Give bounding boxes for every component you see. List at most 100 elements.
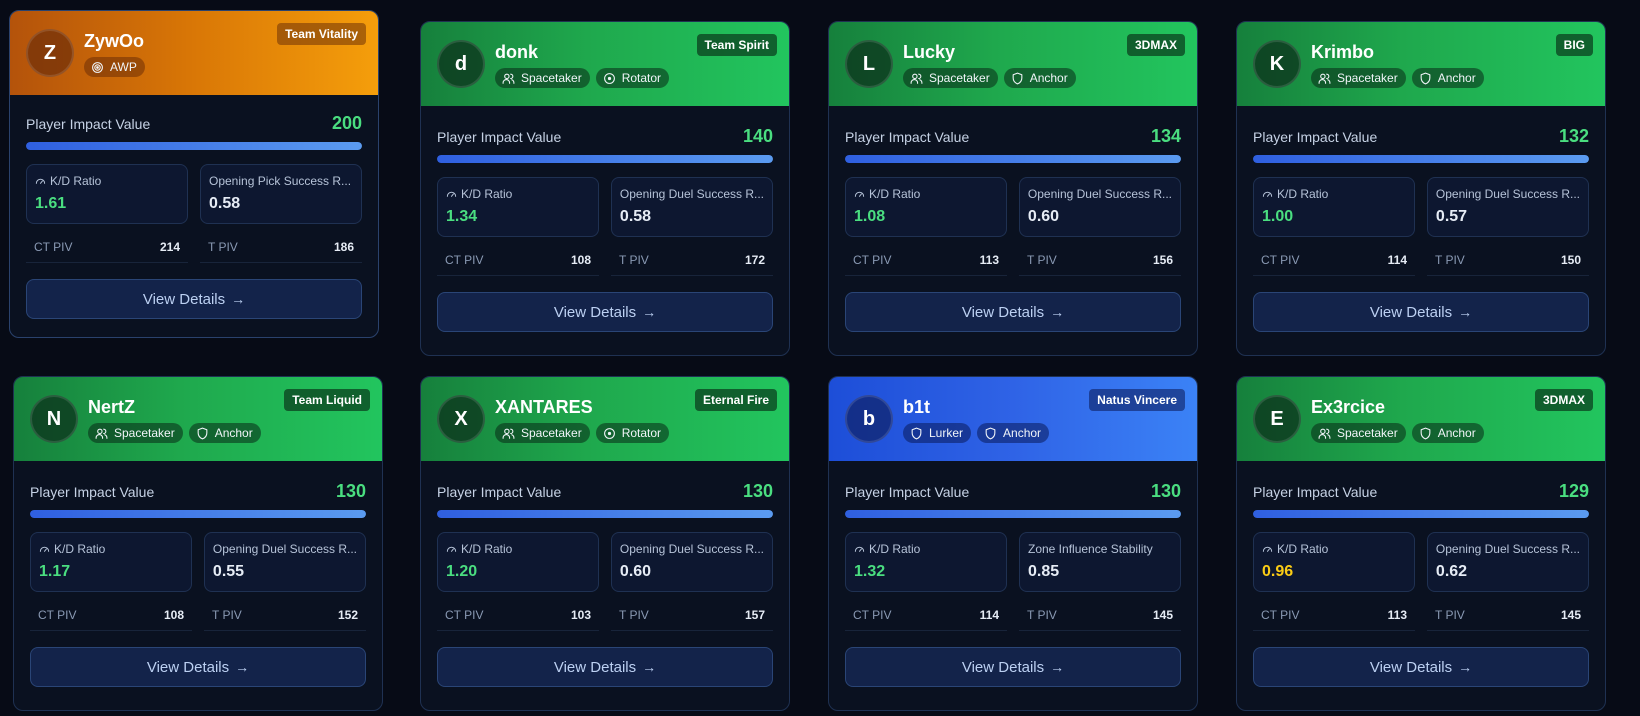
view-details-button[interactable]: View Details → [437, 647, 773, 687]
arrow-right-icon: → [642, 304, 657, 320]
piv-progress-fill [1253, 155, 1589, 163]
role-label: Spacetaker [1337, 426, 1398, 440]
role-list: Spacetaker Anchor [1311, 68, 1484, 88]
users-icon [95, 427, 108, 440]
ct-piv-label: CT PIV [853, 253, 892, 267]
users-icon [502, 427, 515, 440]
stat-label: Opening Duel Success R... [1027, 187, 1172, 201]
stats-row: K/D Ratio 0.96 Opening Duel Success R...… [1253, 532, 1589, 592]
t-piv-label: T PIV [1435, 608, 1465, 622]
arrow-right-icon: → [1458, 659, 1473, 675]
view-details-button[interactable]: View Details → [437, 292, 773, 332]
piv-label: Player Impact Value [30, 483, 155, 500]
piv-progress-fill [26, 142, 362, 150]
piv-row: Player Impact Value 134 [845, 126, 1181, 147]
card-body: Player Impact Value 130 K/D Ratio 1.32 Z… [829, 481, 1197, 687]
avatar: E [1253, 395, 1301, 443]
side-piv-row: CT PIV 103 T PIV 157 [437, 604, 773, 631]
t-piv-label: T PIV [1435, 253, 1465, 267]
avatar: K [1253, 40, 1301, 88]
piv-label: Player Impact Value [845, 128, 970, 145]
avatar: d [437, 40, 485, 88]
stat-box: Opening Duel Success R... 0.55 [203, 532, 366, 592]
stat-box: Opening Duel Success R... 0.57 [1426, 177, 1589, 237]
gauge-icon [446, 544, 457, 555]
view-details-label: View Details [142, 290, 226, 308]
stat-value: 1.34 [446, 208, 478, 225]
role-label: Spacetaker [114, 426, 175, 440]
stat-label: K/D Ratio [461, 542, 513, 556]
stat-label-row: K/D Ratio [854, 187, 998, 201]
arrow-right-icon: → [1458, 304, 1473, 320]
ct-piv-label: CT PIV [1261, 608, 1300, 622]
role-badge: Anchor [1003, 68, 1076, 88]
player-card-ex3rcice: E Ex3rcice Spacetaker Anchor 3DMAX Playe… [1236, 376, 1606, 711]
arrow-right-icon: → [1050, 659, 1065, 675]
ct-piv: CT PIV 214 [26, 236, 188, 263]
stat-label-row: Opening Duel Success R... [620, 542, 764, 556]
view-details-button[interactable]: View Details → [30, 647, 366, 687]
stat-label-row: K/D Ratio [1262, 542, 1406, 556]
view-details-button[interactable]: View Details → [1253, 292, 1589, 332]
ct-piv: CT PIV 114 [1253, 249, 1415, 276]
piv-row: Player Impact Value 132 [1253, 126, 1589, 147]
piv-value: 134 [1150, 126, 1181, 146]
t-piv-label: T PIV [208, 240, 238, 254]
t-piv: T PIV 145 [1019, 604, 1181, 631]
t-piv-label: T PIV [212, 608, 242, 622]
view-details-button[interactable]: View Details → [845, 292, 1181, 332]
view-details-button[interactable]: View Details → [1253, 647, 1589, 687]
stats-row: K/D Ratio 1.17 Opening Duel Success R...… [30, 532, 366, 592]
target-icon [91, 61, 104, 74]
ct-piv-value: 108 [163, 608, 184, 622]
stat-value: 1.17 [39, 563, 71, 580]
player-card-krimbo: K Krimbo Spacetaker Anchor BIG Player Im… [1236, 21, 1606, 356]
player-card-grid: Z ZywOo AWP Team Vitality Player Impact … [0, 0, 1640, 716]
view-details-label: View Details [1369, 303, 1453, 321]
t-piv-label: T PIV [1027, 253, 1057, 267]
stat-label-row: Opening Duel Success R... [1436, 187, 1580, 201]
view-details-label: View Details [1369, 658, 1453, 676]
avatar: N [30, 395, 78, 443]
view-details-label: View Details [553, 658, 637, 676]
piv-label: Player Impact Value [1253, 483, 1378, 500]
stat-value: 1.08 [854, 208, 886, 225]
stat-box: K/D Ratio 0.96 [1253, 532, 1415, 592]
stat-value: 0.60 [619, 563, 652, 580]
role-label: Anchor [1029, 71, 1068, 85]
role-label: AWP [110, 60, 137, 74]
piv-progress-bar [437, 155, 773, 163]
piv-progress-bar [845, 510, 1181, 518]
stat-box: Opening Pick Success R... 0.58 [200, 164, 362, 224]
stat-box: K/D Ratio 1.00 [1253, 177, 1415, 237]
ct-piv: CT PIV 113 [1253, 604, 1415, 631]
stat-label-row: K/D Ratio [1262, 187, 1406, 201]
t-piv-label: T PIV [619, 253, 649, 267]
stat-label-row: K/D Ratio [39, 542, 183, 556]
view-details-button[interactable]: View Details → [26, 279, 362, 319]
stat-label-row: K/D Ratio [854, 542, 998, 556]
view-details-button[interactable]: View Details → [845, 647, 1181, 687]
gauge-icon [446, 189, 457, 200]
player-card-donk: d donk Spacetaker Rotator Team Spirit Pl… [420, 21, 790, 356]
ct-piv-value: 113 [979, 253, 999, 267]
player-card-nertz: N NertZ Spacetaker Anchor Team Liquid Pl… [13, 376, 383, 711]
t-piv-label: T PIV [619, 608, 649, 622]
role-badge: Anchor [1411, 68, 1484, 88]
stat-label: K/D Ratio [50, 174, 102, 188]
role-badge: Anchor [977, 423, 1050, 443]
view-details-label: View Details [146, 658, 230, 676]
t-piv-label: T PIV [1027, 608, 1057, 622]
side-piv-row: CT PIV 214 T PIV 186 [26, 236, 362, 263]
piv-label: Player Impact Value [437, 128, 562, 145]
role-list: Spacetaker Anchor [1311, 423, 1484, 443]
stats-row: K/D Ratio 1.34 Opening Duel Success R...… [437, 177, 773, 237]
stat-label-row: K/D Ratio [35, 174, 179, 188]
avatar: L [845, 40, 893, 88]
stat-value: 1.32 [854, 563, 886, 580]
stat-box: K/D Ratio 1.08 [845, 177, 1007, 237]
side-piv-row: CT PIV 108 T PIV 172 [437, 249, 773, 276]
piv-progress-bar [845, 155, 1181, 163]
role-label: Spacetaker [521, 426, 582, 440]
stat-value: 0.58 [209, 195, 241, 212]
